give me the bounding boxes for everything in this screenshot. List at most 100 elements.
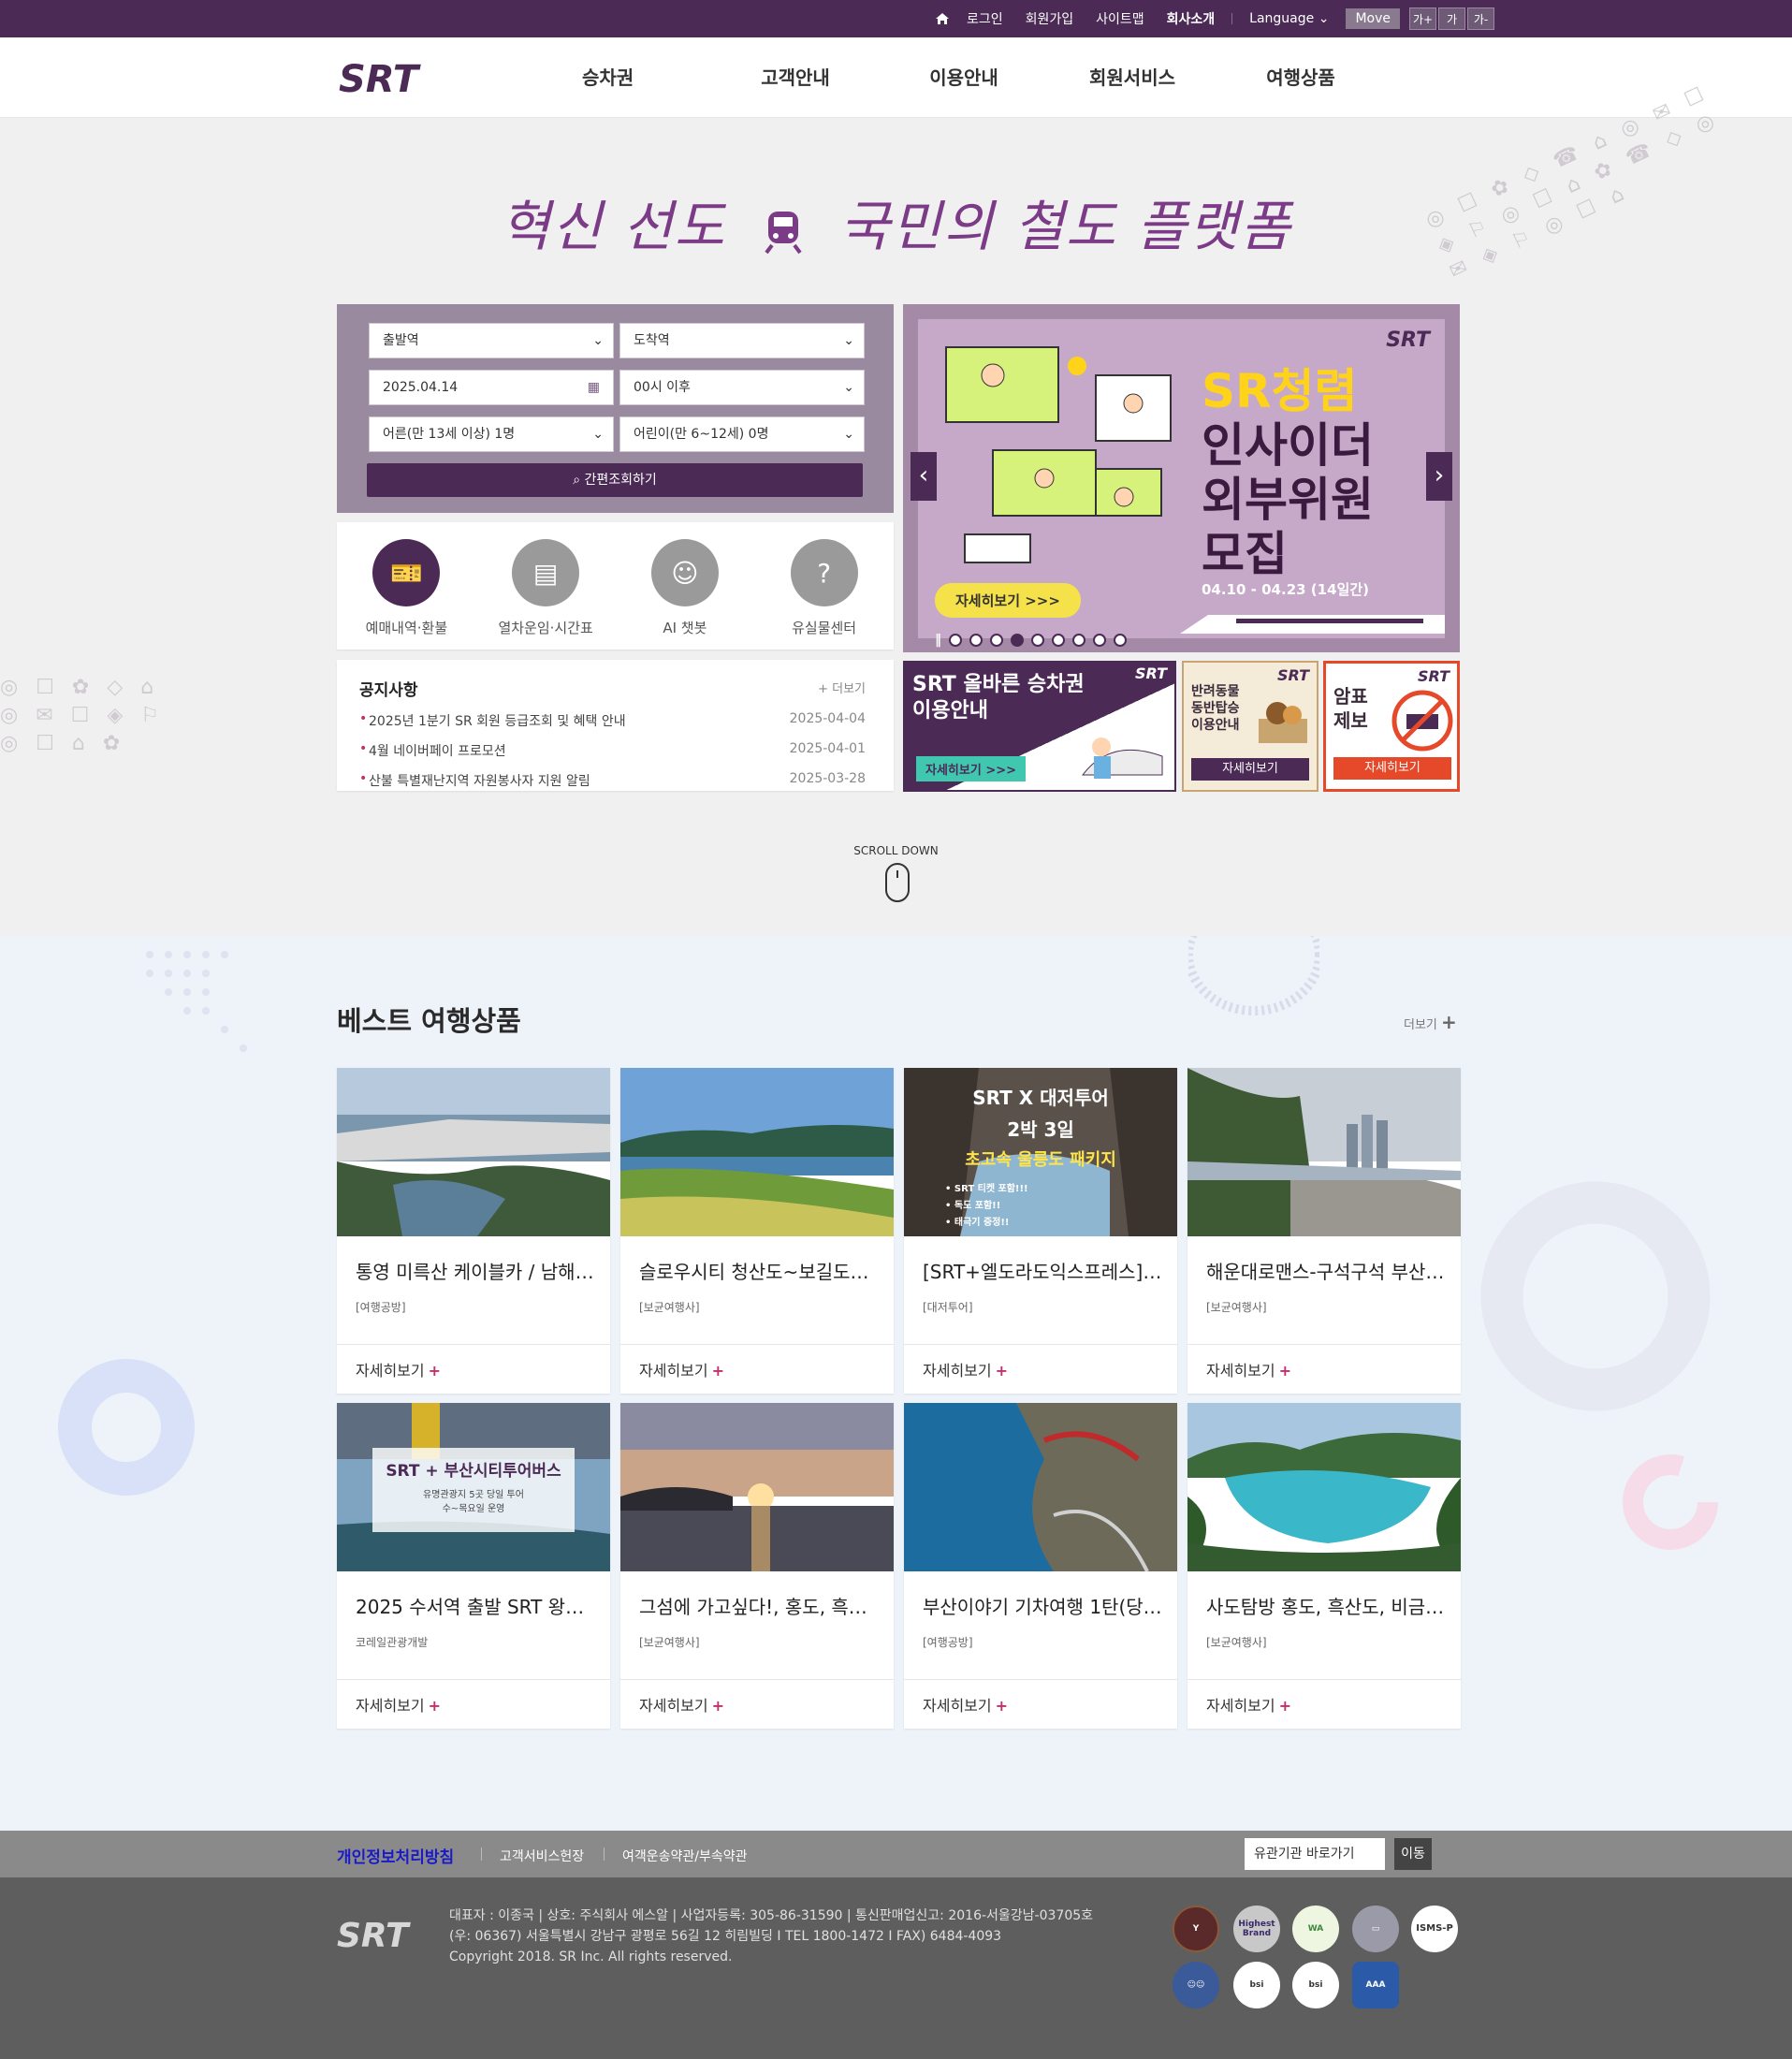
quick-search-button[interactable]: ⌕ 간편조회하기 [367,463,863,497]
carousel-dot[interactable] [969,634,983,647]
customer-charter-link[interactable]: 고객서비스헌장 [500,1847,584,1865]
time-select[interactable]: 00시 이후 ⌄ [619,370,865,405]
carousel-dot[interactable] [1072,634,1085,647]
sub-banner-ticket-guide[interactable]: SRT SRT 올바른 승차권 이용안내 자세히보기 >>> [903,661,1176,792]
signup-link[interactable]: 회원가입 [1014,9,1085,28]
carousel-dot[interactable] [1093,634,1106,647]
carousel-dot[interactable] [1031,634,1044,647]
home-icon[interactable] [935,12,950,25]
card-detail-link[interactable]: 자세히보기 + [923,1693,1008,1716]
adult-select[interactable]: 어른(만 13세 이상) 1명 ⌄ [369,416,614,452]
carousel-prev-button[interactable]: ‹ [911,452,937,501]
detail-label: 자세히보기 [639,1697,708,1715]
travel-card[interactable]: 해운대로맨스-구석구석 부산… [보균여행사] 자세히보기 + [1187,1068,1461,1394]
nav-customer[interactable]: 고객안내 [711,37,880,118]
privacy-policy-link[interactable]: 개인정보처리방침 [337,1844,454,1867]
card-agency: [보균여행사] [1206,1636,1267,1649]
company-info: 대표자 : 이종국 | 상호: 주식회사 에스알 | 사업자등록: 305-86… [449,1906,1093,1967]
best-travel-section: 베스트 여행상품 더보기 + [0,936,1792,1831]
card-title: 2025 수서역 출발 SRT 왕복… [356,1596,599,1618]
language-select[interactable]: Language ⌄ [1238,11,1340,26]
train-illustration [1081,737,1163,779]
nav-travel[interactable]: 여행상품 [1217,37,1385,118]
quick-item-label: AI 챗봇 [663,620,707,636]
nav-ticket[interactable]: 승차권 [543,37,711,118]
date-field[interactable]: 2025.04.14 ▦ [369,370,614,405]
card-detail-link[interactable]: 자세히보기 + [356,1358,441,1380]
banner-text: 반려동물 동반탑승 이용안내 [1191,683,1240,734]
banner-srt-logo: SRT [1386,329,1430,352]
notice-item[interactable]: 2025년 1분기 SR 회원 등급조회 및 혜택 안내 2025-04-04 [359,711,871,730]
login-link[interactable]: 로그인 [955,9,1014,28]
carousel-next-button[interactable]: › [1426,452,1452,501]
banner-text: SRT 올바른 승차권 이용안내 [912,672,1085,724]
card-detail-link[interactable]: 자세히보기 + [639,1693,724,1716]
banner-line: 동반탑승 [1191,701,1240,716]
carousel-dot-active[interactable] [1011,634,1024,647]
quick-item-chatbot[interactable]: ☺ AI 챗봇 [616,522,755,650]
sub-banner-pet-guide[interactable]: SRT 반려동물 동반탑승 이용안내 자세히보기 [1182,661,1319,792]
card-agency: 코레일관광개발 [356,1636,429,1649]
carousel-dot[interactable] [990,634,1003,647]
card-agency: [여행공방] [923,1636,973,1649]
travel-card[interactable]: 통영 미륵산 케이블카 / 남해… [여행공방] 자세히보기 + [337,1068,610,1394]
child-select[interactable]: 어린이(만 6~12세) 0명 ⌄ [619,416,865,452]
pet-illustration [1259,702,1307,743]
nav-guide[interactable]: 이용안내 [880,37,1048,118]
image-caption-box: SRT + 부산시티투어버스 유명관광지 5곳 당일 투어 수~목요일 운영 [372,1448,575,1532]
card-detail-link[interactable]: 자세히보기 + [923,1358,1008,1380]
banner-slide[interactable]: SRT SR청렴 인사이더 외부위원 모집 04.10 - 04.23 (14일… [918,319,1445,648]
best-more-link[interactable]: 더보기 + [1404,1011,1457,1033]
font-larger-button[interactable]: 가+ [1409,7,1436,30]
travel-card[interactable]: 슬로우시티 청산도~보길도~… [보균여행사] 자세히보기 + [620,1068,894,1394]
nav-member[interactable]: 회원서비스 [1048,37,1217,118]
award-badge-icon: WA [1292,1906,1339,1952]
image-caption: 수~목요일 운영 [442,1504,505,1514]
notice-item[interactable]: 4월 네이버페이 프로모션 2025-04-01 [359,741,871,760]
carousel-dot[interactable] [1052,634,1065,647]
award-badge-icon: Highest Brand [1233,1906,1280,1952]
quick-item-lost-found[interactable]: ? 유실물센터 [754,522,894,650]
company-link[interactable]: 회사소개 [1156,9,1227,28]
travel-card[interactable]: 사도탐방 홍도, 흑산도, 비금… [보균여행사] 자세히보기 + [1187,1403,1461,1729]
pause-icon[interactable]: ‖ [935,633,941,648]
sitemap-link[interactable]: 사이트맵 [1085,9,1156,28]
quick-item-timetable[interactable]: ▤ 열차운임·시간표 [476,522,616,650]
slogan-left: 혁신 선도 [500,195,727,258]
banner-title-line: 외부위원 [1202,473,1374,527]
calendar-icon[interactable]: ▦ [588,371,600,404]
banner-detail-button[interactable]: 자세히보기 >>> [935,583,1081,618]
travel-card[interactable]: SRT X 대저투어 2박 3일 초고속 울릉도 패키지 • SRT 티켓 포함… [904,1068,1177,1394]
card-title: 슬로우시티 청산도~보길도~… [639,1261,882,1283]
detail-label: 자세히보기 [1206,1362,1275,1380]
notice-more-link[interactable]: + 더보기 [818,679,866,696]
banner-detail-button[interactable]: 자세히보기 [1333,757,1451,780]
travel-card[interactable]: SRT + 부산시티투어버스 유명관광지 5곳 당일 투어 수~목요일 운영 2… [337,1403,610,1729]
move-button[interactable]: Move [1346,8,1400,29]
decorative-icons: ◎ ☐ ✿ ◇ ⌂ ◎ ✉ ☐ ◈ ⚐ ◎ ☐ ⌂ ✿ [0,676,165,755]
card-detail-link[interactable]: 자세히보기 + [639,1358,724,1380]
card-detail-link[interactable]: 자세히보기 + [356,1693,441,1716]
font-smaller-button[interactable]: 가- [1467,7,1494,30]
card-detail-link[interactable]: 자세히보기 + [1206,1358,1291,1380]
go-button[interactable]: 이동 [1394,1838,1432,1870]
travel-card[interactable]: 부산이야기 기차여행 1탄(당… [여행공방] 자세히보기 + [904,1403,1177,1729]
related-sites-select[interactable]: 유관기관 바로가기 [1245,1838,1385,1870]
sub-banner-scalping-report[interactable]: SRT 암표 제보 자세히보기 [1323,661,1460,792]
travel-card[interactable]: 그섬에 가고싶다!, 홍도, 흑… [보균여행사] 자세히보기 + [620,1403,894,1729]
card-detail-link[interactable]: 자세히보기 + [1206,1693,1291,1716]
mouse-icon[interactable] [885,863,910,902]
departure-select[interactable]: 출발역 ⌄ [369,323,614,358]
terms-link[interactable]: 여객운송약관/부속약관 [622,1847,748,1865]
quick-item-reservation[interactable]: 🎫 예매내역·환불 [337,522,476,650]
carousel-dot[interactable] [949,634,962,647]
banner-detail-button[interactable]: 자세히보기 >>> [916,756,1027,781]
font-default-button[interactable]: 가 [1438,7,1465,30]
notice-item[interactable]: 산불 특별재난지역 자원봉사자 지원 알림 2025-03-28 [359,771,871,790]
srt-logo[interactable]: SRT [337,56,444,99]
travel-photo [337,1068,610,1236]
card-agency: [보균여행사] [639,1636,700,1649]
banner-detail-button[interactable]: 자세히보기 [1191,758,1309,781]
arrival-select[interactable]: 도착역 ⌄ [619,323,865,358]
carousel-dot[interactable] [1114,634,1127,647]
